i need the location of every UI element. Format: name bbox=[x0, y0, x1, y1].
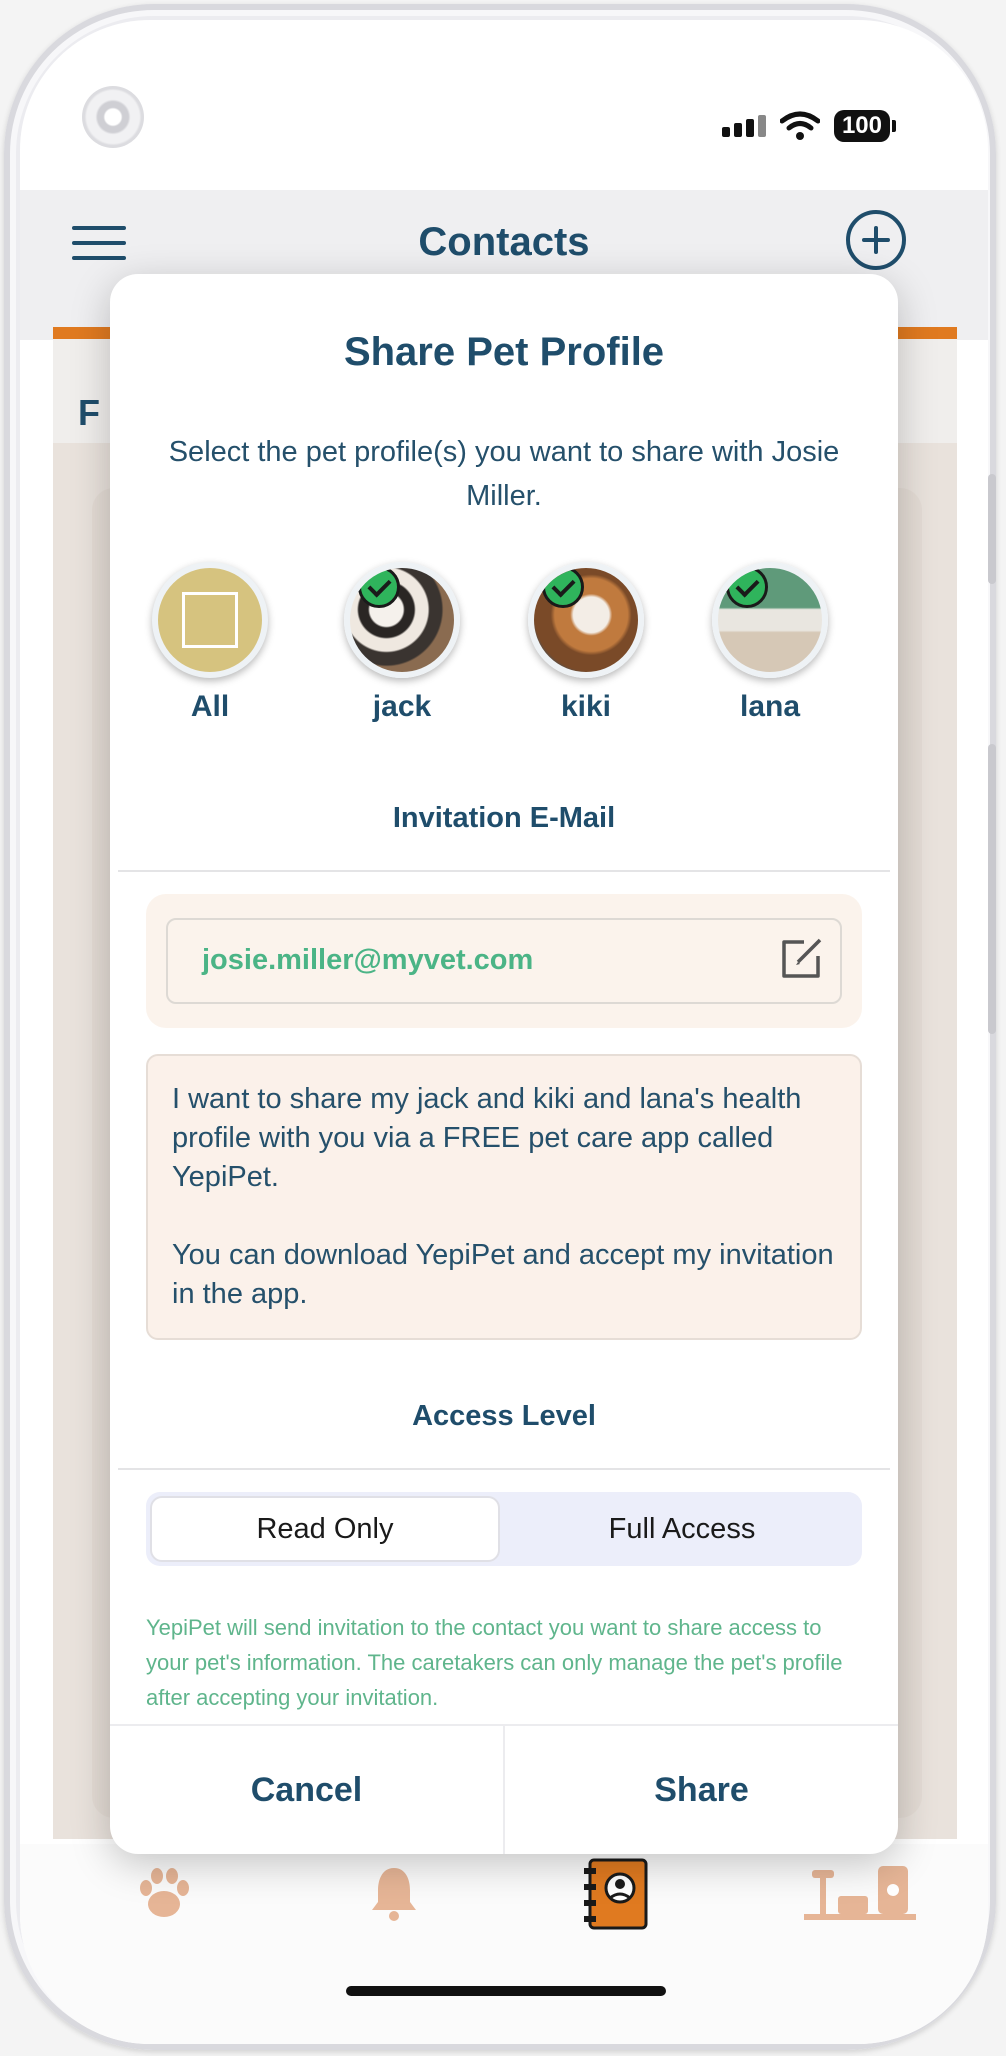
pet-name: kiki bbox=[560, 690, 612, 723]
phone-frame: 100 Contacts F Share Pet Profile Select … bbox=[4, 4, 996, 2050]
info-note: YepiPet will send invitation to the cont… bbox=[146, 1615, 843, 1710]
pet-name: All bbox=[190, 690, 230, 723]
pet-option-jack[interactable]: jack bbox=[342, 562, 462, 724]
pet-avatar[interactable] bbox=[344, 562, 460, 678]
status-bar: 100 bbox=[721, 110, 897, 142]
share-pet-profile-dialog: Share Pet Profile Select the pet profile… bbox=[110, 274, 898, 1854]
email-container: josie.miller@myvet.com bbox=[146, 894, 862, 1028]
full-access-option[interactable]: Full Access bbox=[506, 1496, 858, 1562]
volume-up-button bbox=[988, 474, 996, 584]
access-level-toggle: Read Only Full Access bbox=[146, 1492, 862, 1566]
checkmark-icon bbox=[542, 568, 584, 608]
bell-icon[interactable] bbox=[362, 1860, 426, 1924]
dialog-description: Select the pet profile(s) you want to sh… bbox=[168, 436, 840, 512]
pet-avatar[interactable] bbox=[712, 562, 828, 678]
power-button bbox=[988, 744, 996, 1034]
cellular-signal-icon bbox=[721, 115, 766, 137]
email-value: josie.miller@myvet.com bbox=[202, 944, 534, 976]
pet-option-kiki[interactable]: kiki bbox=[526, 562, 646, 724]
invitation-message[interactable]: I want to share my jack and kiki and lan… bbox=[146, 1054, 862, 1340]
dialog-title: Share Pet Profile bbox=[343, 330, 665, 374]
pet-shop-icon[interactable] bbox=[800, 1856, 920, 1926]
tab-label: F bbox=[78, 392, 100, 433]
dialog-footer: Cancel Share bbox=[110, 1724, 898, 1854]
home-indicator[interactable] bbox=[346, 1986, 666, 1996]
checkmark-icon bbox=[726, 568, 768, 608]
email-field[interactable]: josie.miller@myvet.com bbox=[166, 918, 842, 1004]
checkbox-square-icon bbox=[182, 592, 238, 648]
front-camera bbox=[82, 86, 144, 148]
read-only-option[interactable]: Read Only bbox=[150, 1496, 500, 1562]
divider bbox=[118, 870, 890, 872]
email-section-title: Invitation E-Mail bbox=[392, 802, 616, 834]
page-title: Contacts bbox=[418, 220, 590, 264]
access-section-title: Access Level bbox=[412, 1400, 596, 1432]
paw-icon[interactable] bbox=[132, 1860, 196, 1924]
edit-icon[interactable] bbox=[776, 934, 826, 984]
checkmark-icon bbox=[358, 568, 400, 608]
select-all-avatar[interactable] bbox=[152, 562, 268, 678]
add-contact-icon[interactable] bbox=[846, 210, 906, 270]
share-button[interactable]: Share bbox=[505, 1726, 898, 1854]
pet-option-lana[interactable]: lana bbox=[710, 562, 830, 724]
contacts-book-icon[interactable] bbox=[580, 1856, 656, 1932]
pet-selector: All jack kiki lana bbox=[110, 562, 898, 723]
screen: 100 Contacts F Share Pet Profile Select … bbox=[20, 20, 988, 2044]
battery-indicator: 100 bbox=[833, 110, 897, 142]
cancel-button[interactable]: Cancel bbox=[110, 1726, 503, 1854]
pet-option-all[interactable]: All bbox=[150, 562, 270, 724]
wifi-icon bbox=[779, 111, 820, 140]
pet-avatar[interactable] bbox=[528, 562, 644, 678]
pet-name: lana bbox=[739, 690, 801, 723]
pet-name: jack bbox=[372, 690, 432, 723]
divider bbox=[118, 1468, 890, 1470]
